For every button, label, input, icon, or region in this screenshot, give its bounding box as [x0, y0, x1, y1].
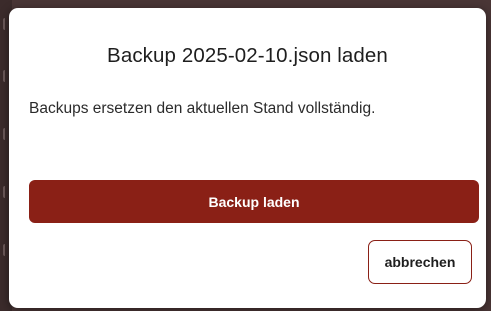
cancel-button[interactable]: abbrechen — [368, 240, 472, 284]
load-backup-dialog: Backup 2025-02-10.json laden Backups ers… — [9, 8, 486, 308]
load-backup-button[interactable]: Backup laden — [29, 180, 479, 223]
dialog-title: Backup 2025-02-10.json laden — [107, 44, 388, 67]
dialog-message: Backups ersetzen den aktuellen Stand vol… — [29, 100, 376, 117]
